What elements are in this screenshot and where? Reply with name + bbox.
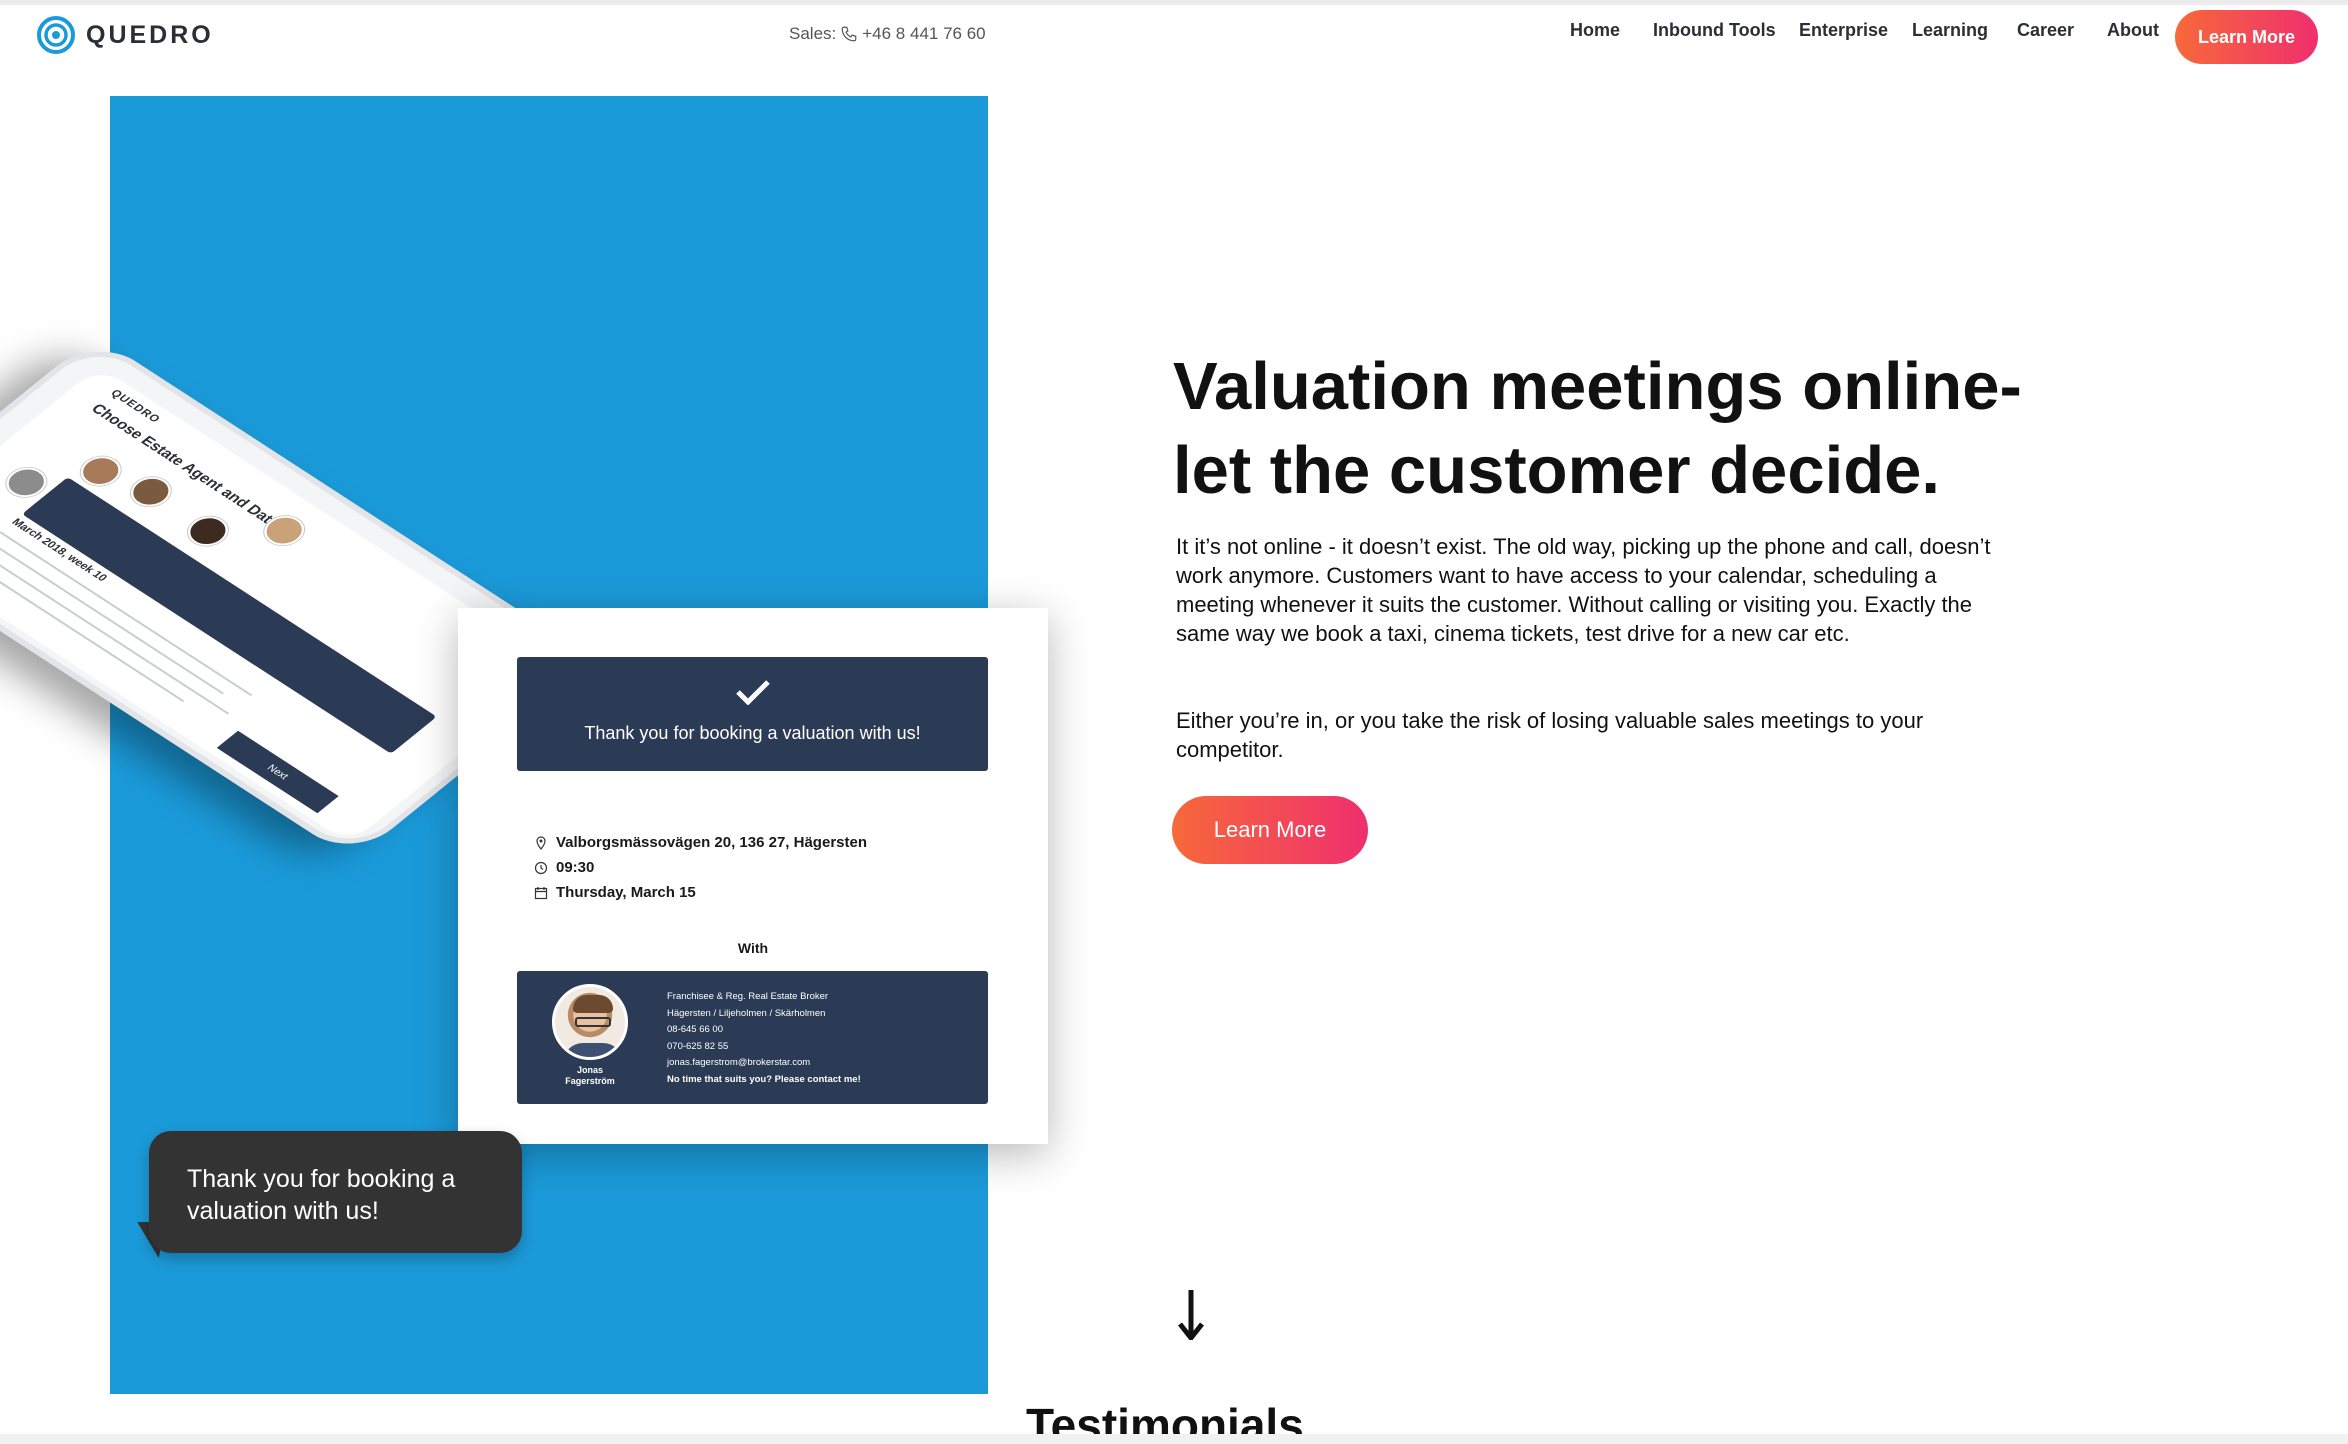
agent-last-name: Fagerström — [565, 1076, 615, 1086]
chat-bubble: Thank you for booking a valuation with u… — [149, 1131, 522, 1253]
hero-learn-more-button[interactable]: Learn More — [1172, 796, 1368, 864]
agent-first-name: Jonas — [576, 1065, 603, 1075]
booking-confirmation-card: Thank you for booking a valuation with u… — [458, 608, 1048, 1144]
agent-email: jonas.fagerstrom@brokerstar.com — [667, 1057, 811, 1068]
with-label: With — [737, 940, 769, 956]
agent-avatar — [122, 471, 179, 513]
location-pin-icon — [536, 835, 546, 850]
phone-icon — [841, 26, 857, 42]
agent-role: Franchisee & Reg. Real Estate Broker — [667, 991, 829, 1002]
sales-label: Sales: — [789, 24, 837, 43]
agent-phone-1: 08-645 66 00 — [667, 1024, 723, 1035]
header-learn-more-button[interactable]: Learn More — [2175, 10, 2318, 64]
clock-icon — [534, 861, 548, 874]
date-row: Thursday, March 15 — [534, 884, 696, 901]
time-row: 09:30 — [534, 859, 594, 876]
agent-phone-2: 070-625 82 55 — [667, 1040, 729, 1052]
hero-paragraph-2: Either you’re in, or you take the risk o… — [1176, 708, 1924, 762]
bubble-line-2: valuation with us! — [187, 1197, 379, 1225]
agent-details: Franchisee & Reg. Real Estate Broker Häg… — [667, 989, 861, 1088]
nav-home[interactable]: Home — [1570, 20, 1620, 41]
quedro-logo-icon — [37, 16, 75, 54]
nav-enterprise[interactable]: Enterprise — [1799, 20, 1888, 41]
nav-about[interactable]: About — [2107, 20, 2159, 41]
confirmation-header: Thank you for booking a valuation with u… — [517, 657, 988, 771]
arrow-down-icon[interactable] — [1178, 1288, 1204, 1340]
bubble-line-1: Thank you for booking a — [187, 1165, 456, 1193]
hero-paragraph-1: It it’s not online - it doesn’t exist. T… — [1176, 534, 1991, 646]
bottom-fade — [0, 1434, 2348, 1444]
headline-line-2: let the customer decide. — [1173, 433, 1940, 508]
address-text: Valborgsmässovägen 20, 136 27, Hägersten — [556, 834, 867, 851]
agent-avatar — [179, 510, 237, 552]
nav-career[interactable]: Career — [2017, 20, 2074, 41]
time-text: 09:30 — [556, 859, 595, 876]
headline-line-1: Valuation meetings online- — [1173, 349, 2022, 424]
confirmation-title: Thank you for booking a valuation with u… — [584, 723, 921, 743]
hero-headline: Valuation meetings online- let the custo… — [1173, 345, 2022, 513]
nav-inbound-tools[interactable]: Inbound Tools — [1653, 20, 1776, 41]
agent-card: Jonas Fagerström Franchisee & Reg. Real … — [517, 971, 988, 1104]
calendar-icon — [534, 886, 548, 899]
top-border — [0, 0, 2348, 5]
sales-contact: Sales: +46 8 441 76 60 — [789, 24, 986, 44]
address-row: Valborgsmässovägen 20, 136 27, Hägersten — [534, 834, 867, 851]
checkmark-icon — [736, 680, 770, 705]
logo[interactable]: QUEDRO — [36, 14, 214, 56]
nav-learning[interactable]: Learning — [1912, 20, 1988, 41]
sales-phone[interactable]: +46 8 441 76 60 — [862, 24, 985, 44]
date-text: Thursday, March 15 — [556, 884, 696, 901]
agent-area: Hägersten / Liljeholmen / Skärholmen — [667, 1007, 826, 1019]
agent-note: No time that suits you? Please contact m… — [667, 1073, 861, 1085]
logo-text: QUEDRO — [86, 20, 214, 49]
agent-photo — [552, 984, 628, 1060]
agent-name: Jonas Fagerström — [537, 1065, 643, 1087]
